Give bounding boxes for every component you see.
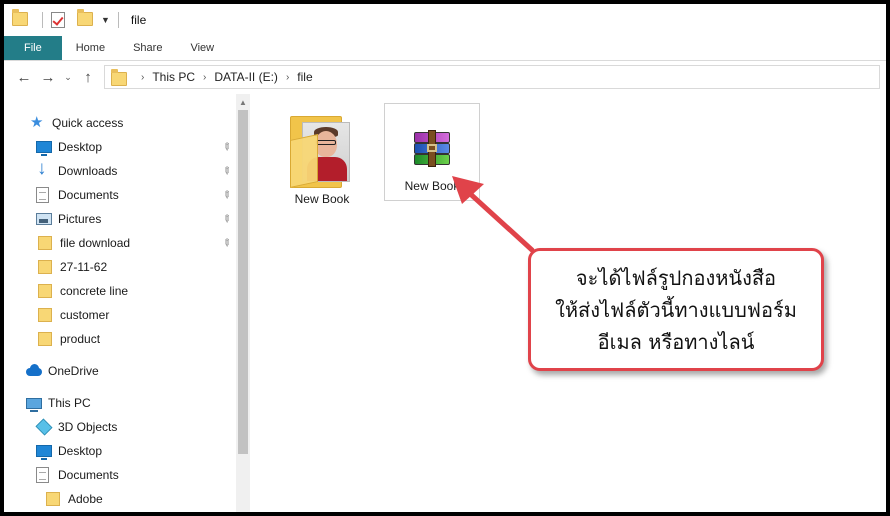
pin-icon: ✎: [219, 212, 234, 226]
sidebar-item-label: concrete line: [60, 284, 129, 298]
folder-icon: [38, 260, 52, 274]
annotation-arrow: [452, 176, 535, 253]
sidebar-item-label: This PC: [48, 396, 91, 410]
desktop-icon: [36, 141, 52, 156]
star-icon: [30, 113, 46, 131]
breadcrumb-drive[interactable]: DATA-II (E:): [214, 70, 278, 84]
sidebar-item-pictures[interactable]: Pictures ✎: [4, 208, 236, 230]
document-icon: [36, 187, 49, 203]
sidebar-item-documents-pc[interactable]: Documents: [4, 464, 236, 486]
tab-file[interactable]: File: [4, 36, 62, 60]
properties-icon[interactable]: [51, 12, 67, 28]
navigation-pane: Quick access Desktop ✎ Downloads ✎ Docum…: [4, 94, 236, 512]
address-bar[interactable]: › This PC › DATA-II (E:) › file: [104, 65, 880, 89]
sidebar-item-label: Quick access: [52, 116, 124, 130]
cloud-icon: [26, 364, 42, 378]
sidebar-item-label: customer: [60, 308, 110, 322]
back-arrow-icon[interactable]: ←: [12, 65, 36, 89]
sidebar-item-this-pc[interactable]: This PC: [4, 392, 236, 414]
arrow-shaft: [463, 187, 535, 253]
scrollbar-thumb[interactable]: [238, 110, 248, 454]
computer-icon: [26, 397, 42, 412]
pictures-icon: [36, 213, 52, 225]
sidebar-item-label: Desktop: [58, 140, 103, 154]
callout-line: จะได้ไฟล์รูปกองหนังสือ: [575, 265, 777, 290]
callout-line: ให้ส่งไฟล์ตัวนี้ทางแบบฟอร์ม: [555, 297, 797, 322]
sidebar-scrollbar[interactable]: ▲: [236, 94, 250, 512]
folder-icon: [38, 236, 52, 250]
sidebar-item-label: 3D Objects: [58, 420, 118, 434]
pin-icon: ✎: [219, 188, 234, 202]
chevron-right-icon[interactable]: ›: [141, 72, 144, 83]
sidebar-item-desktop-pc[interactable]: Desktop: [4, 440, 236, 462]
divider: [42, 12, 43, 28]
pin-icon: ✎: [219, 164, 234, 178]
sidebar-item-downloads[interactable]: Downloads ✎: [4, 158, 236, 182]
sidebar-item-label: Pictures: [58, 212, 102, 226]
breadcrumb-this-pc[interactable]: This PC: [152, 70, 195, 84]
sidebar-item-customer[interactable]: customer: [4, 304, 236, 326]
sidebar-item-quick-access[interactable]: Quick access: [4, 112, 236, 134]
sidebar-item-label: Adobe: [68, 492, 103, 506]
sidebar-item-documents[interactable]: Documents ✎: [4, 184, 236, 206]
sidebar-item-label: product: [60, 332, 101, 346]
sidebar-item-label: Documents: [58, 468, 119, 482]
sidebar-item-3d-objects[interactable]: 3D Objects: [4, 416, 236, 438]
callout-line: อีเมล หรือทางไลน์: [597, 329, 755, 354]
tab-home[interactable]: Home: [62, 36, 119, 60]
sidebar-item-label: Desktop: [58, 444, 103, 458]
pin-icon: ✎: [219, 140, 234, 154]
sidebar-item-product[interactable]: product: [4, 328, 236, 350]
folder-thumbnail-icon: [290, 110, 354, 188]
sidebar-item-label: file download: [60, 236, 131, 250]
sidebar-item-label: 27-11-62: [60, 260, 108, 274]
folder-icon: [38, 308, 52, 322]
customize-quick-access-icon[interactable]: ▼: [101, 15, 110, 25]
download-icon: [36, 158, 52, 180]
ribbon-tabs: File Home Share View: [4, 36, 886, 61]
chevron-right-icon[interactable]: ›: [286, 72, 289, 83]
breadcrumb-file[interactable]: file: [297, 70, 312, 84]
new-folder-icon[interactable]: [77, 9, 93, 28]
scroll-up-icon[interactable]: ▲: [236, 94, 250, 110]
cube-icon: [35, 418, 53, 436]
navigation-bar: ← → ⌄ ↑ › This PC › DATA-II (E:) › file: [4, 62, 886, 92]
file-label: New Book: [294, 192, 350, 206]
annotation-callout: จะได้ไฟล์รูปกองหนังสือ ให้ส่งไฟล์ตัวนี้ท…: [528, 248, 824, 371]
sidebar-item-onedrive[interactable]: OneDrive: [4, 360, 236, 382]
sidebar-item-desktop[interactable]: Desktop ✎: [4, 136, 236, 158]
folder-icon: [38, 332, 52, 346]
file-item-folder[interactable]: New Book: [274, 108, 370, 206]
desktop-icon: [36, 445, 52, 460]
sidebar-item-adobe[interactable]: Adobe: [4, 488, 236, 510]
divider: [117, 12, 119, 28]
sidebar-item-27-11-62[interactable]: 27-11-62: [4, 256, 236, 278]
title-bar: ▼ file: [4, 4, 886, 36]
winrar-archive-icon: [410, 130, 454, 170]
folder-icon: [111, 68, 127, 86]
window-title: file: [130, 13, 147, 27]
folder-icon: [12, 9, 28, 28]
forward-arrow-icon[interactable]: →: [36, 65, 60, 89]
sidebar-item-concrete-line[interactable]: concrete line: [4, 280, 236, 302]
recent-locations-chevron-icon[interactable]: ⌄: [60, 65, 76, 89]
document-icon: [36, 467, 49, 483]
sidebar-item-label: Downloads: [58, 164, 118, 178]
sidebar-item-label: OneDrive: [48, 364, 99, 378]
tab-view[interactable]: View: [176, 36, 228, 60]
explorer-window: ▼ file File Home Share View ← → ⌄ ↑ › Th…: [4, 4, 886, 512]
sidebar-item-file-download[interactable]: file download ✎: [4, 232, 236, 254]
tab-share[interactable]: Share: [119, 36, 176, 60]
sidebar-item-label: Documents: [58, 188, 119, 202]
folder-icon: [46, 492, 60, 506]
pin-icon: ✎: [219, 236, 234, 250]
up-arrow-icon[interactable]: ↑: [76, 65, 100, 89]
folder-icon: [38, 284, 52, 298]
chevron-right-icon[interactable]: ›: [203, 72, 206, 83]
